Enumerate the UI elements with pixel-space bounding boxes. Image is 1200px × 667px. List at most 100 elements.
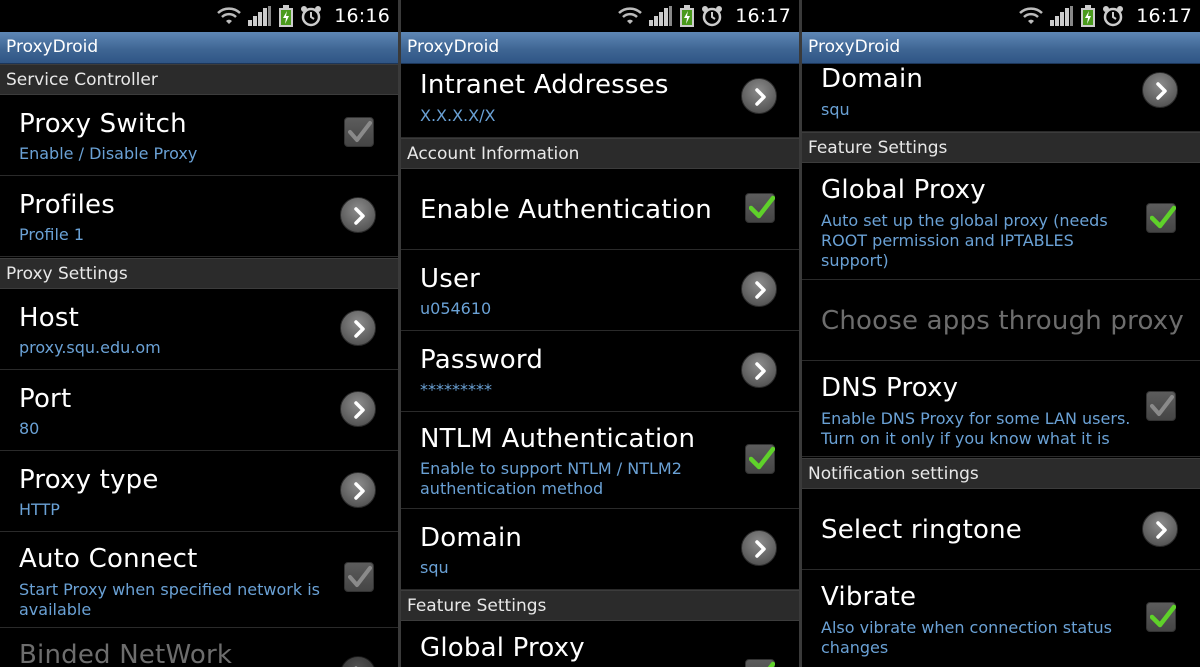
item-title: Vibrate xyxy=(821,582,917,612)
category-account-information: Account Information xyxy=(401,138,799,169)
global-proxy-item[interactable]: Global Proxy Auto set up the global prox… xyxy=(802,163,1200,280)
status-clock: 16:17 xyxy=(735,5,791,27)
chevron-right-icon xyxy=(340,472,376,508)
auto-connect-item[interactable]: Auto Connect Start Proxy when specified … xyxy=(0,532,398,628)
status-bar: 16:17 xyxy=(401,0,799,32)
alarm-icon xyxy=(1103,6,1124,27)
item-summary: squ xyxy=(420,558,449,577)
user-item[interactable]: User u054610 xyxy=(401,250,799,331)
domain-item[interactable]: Domain squ xyxy=(802,64,1200,132)
ntlm-authentication-item[interactable]: NTLM Authentication Enable to support NT… xyxy=(401,412,799,509)
item-summary: proxy.squ.edu.om xyxy=(19,338,161,357)
domain-item[interactable]: Domain squ xyxy=(401,509,799,590)
status-clock: 16:17 xyxy=(1136,5,1192,27)
chevron-right-icon xyxy=(741,78,777,114)
chevron-right-icon xyxy=(741,352,777,388)
item-summary: changes xyxy=(821,638,889,657)
battery-icon xyxy=(680,5,695,27)
item-title: Domain xyxy=(420,523,523,553)
enable-authentication-checkbox[interactable] xyxy=(745,193,775,223)
global-proxy-checkbox[interactable] xyxy=(745,659,775,667)
title-bar: ProxyDroid xyxy=(802,32,1200,64)
wifi-icon xyxy=(618,7,643,24)
checkmark-icon xyxy=(767,661,775,667)
enable-authentication-item[interactable]: Enable Authentication xyxy=(401,169,799,250)
item-summary: HTTP xyxy=(19,500,60,519)
item-title: Enable Authentication xyxy=(420,195,712,225)
status-clock: 16:16 xyxy=(334,5,390,27)
dns-proxy-item[interactable]: DNS Proxy Enable DNS Proxy for some LAN … xyxy=(802,361,1200,457)
checkmark-icon xyxy=(348,566,372,587)
category-feature-settings: Feature Settings xyxy=(802,132,1200,163)
item-summary: Enable / Disable Proxy xyxy=(19,144,198,163)
item-title: Choose apps through proxy xyxy=(821,306,1184,336)
item-title: Host xyxy=(19,303,79,333)
screen-left: 16:16 ProxyDroid Service Controller Prox… xyxy=(0,0,398,667)
chevron-right-icon xyxy=(741,271,777,307)
item-title: NTLM Authentication xyxy=(420,424,696,454)
item-summary: 80 xyxy=(19,419,40,438)
binded-network-item[interactable]: Binded NetWork xyxy=(0,628,398,667)
item-title: Global Proxy xyxy=(420,633,585,663)
signal-icon xyxy=(649,6,673,26)
password-item[interactable]: Password ********* xyxy=(401,331,799,412)
proxy-switch-checkbox[interactable] xyxy=(344,117,374,147)
dns-proxy-checkbox[interactable] xyxy=(1146,391,1176,421)
wifi-icon xyxy=(217,7,242,24)
choose-apps-item[interactable]: Choose apps through proxy xyxy=(802,280,1200,361)
category-service-controller: Service Controller xyxy=(0,64,398,95)
item-summary: Start Proxy when specified network is xyxy=(19,580,320,599)
alarm-icon xyxy=(301,6,322,27)
chevron-right-icon xyxy=(340,656,376,667)
item-title: DNS Proxy xyxy=(821,373,959,403)
wifi-icon xyxy=(1019,7,1044,24)
host-item[interactable]: Host proxy.squ.edu.om xyxy=(0,289,398,370)
item-summary: ROOT permission and IPTABLES xyxy=(821,231,1074,250)
item-summary: Profile 1 xyxy=(19,225,85,244)
proxy-type-item[interactable]: Proxy type HTTP xyxy=(0,451,398,532)
item-summary: authentication method xyxy=(420,479,604,498)
profiles-item[interactable]: Profiles Profile 1 xyxy=(0,176,398,257)
item-title: Global Proxy xyxy=(821,175,986,205)
item-title: Select ringtone xyxy=(821,515,1022,545)
status-bar: 16:17 xyxy=(802,0,1200,32)
ntlm-authentication-checkbox[interactable] xyxy=(745,444,775,474)
item-summary: Enable DNS Proxy for some LAN users. xyxy=(821,409,1131,428)
item-summary: Turn on it only if you know what it is xyxy=(821,429,1110,448)
chevron-right-icon xyxy=(1142,72,1178,108)
item-summary: Also vibrate when connection status xyxy=(821,618,1112,637)
chevron-right-icon xyxy=(1142,511,1178,547)
global-proxy-item[interactable]: Global Proxy xyxy=(401,621,799,667)
title-bar: ProxyDroid xyxy=(0,32,398,64)
item-title: Proxy type xyxy=(19,465,159,495)
checkmark-icon xyxy=(1150,604,1176,628)
intranet-addresses-item[interactable]: Intranet Addresses X.X.X.X/X xyxy=(401,64,799,138)
app-title: ProxyDroid xyxy=(808,37,901,57)
category-proxy-settings: Proxy Settings xyxy=(0,258,398,289)
item-title: Domain xyxy=(821,64,924,94)
item-summary: ********* xyxy=(420,380,492,399)
select-ringtone-item[interactable]: Select ringtone xyxy=(802,489,1200,570)
chevron-right-icon xyxy=(340,197,376,233)
alarm-icon xyxy=(702,6,723,27)
item-summary: support) xyxy=(821,251,889,270)
chevron-right-icon xyxy=(340,391,376,427)
battery-icon xyxy=(1081,5,1096,27)
chevron-right-icon xyxy=(340,310,376,346)
global-proxy-checkbox[interactable] xyxy=(1146,203,1176,233)
category-feature-settings: Feature Settings xyxy=(401,590,799,621)
vibrate-checkbox[interactable] xyxy=(1146,602,1176,632)
item-title: User xyxy=(420,264,481,294)
battery-icon xyxy=(279,5,294,27)
vibrate-item[interactable]: Vibrate Also vibrate when connection sta… xyxy=(802,570,1200,667)
item-title: Password xyxy=(420,345,544,375)
screen-middle: 16:17 ProxyDroid Intranet Addresses X.X.… xyxy=(401,0,799,667)
checkmark-icon xyxy=(749,446,775,470)
app-title: ProxyDroid xyxy=(6,37,99,57)
port-item[interactable]: Port 80 xyxy=(0,370,398,451)
item-title: Proxy Switch xyxy=(19,109,187,139)
item-summary: Auto set up the global proxy (needs xyxy=(821,211,1108,230)
proxy-switch-item[interactable]: Proxy Switch Enable / Disable Proxy xyxy=(0,95,398,176)
auto-connect-checkbox[interactable] xyxy=(344,562,374,592)
chevron-right-icon xyxy=(741,530,777,566)
